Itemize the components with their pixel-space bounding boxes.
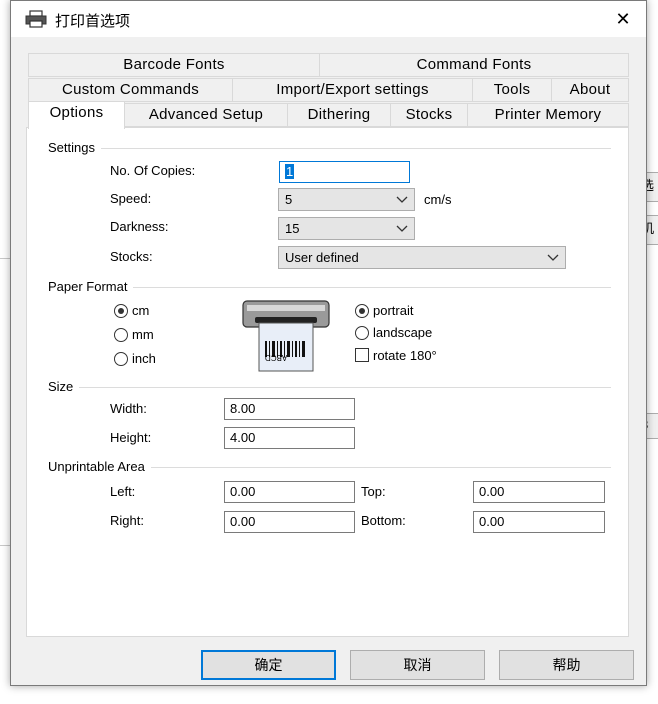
tab-label: Advanced Setup <box>148 106 264 123</box>
left-label: Left: <box>110 484 136 499</box>
tab-dithering[interactable]: Dithering <box>287 103 391 127</box>
orientation-landscape-radio[interactable] <box>355 326 369 340</box>
tab-tools[interactable]: Tools <box>472 78 552 102</box>
chevron-down-icon <box>547 254 559 261</box>
settings-group-line <box>49 148 611 149</box>
tab-label: Barcode Fonts <box>123 56 225 73</box>
unprintable-group-label: Unprintable Area <box>48 459 151 474</box>
top-label: Top: <box>361 484 386 499</box>
settings-group-label: Settings <box>48 140 101 155</box>
label-sample-text: ABCD <box>265 353 288 362</box>
tab-label: Command Fonts <box>416 56 532 73</box>
bottom-label: Bottom: <box>361 513 406 528</box>
tab-label: Custom Commands <box>61 81 200 98</box>
tab-barcode-fonts[interactable]: Barcode Fonts <box>28 53 320 77</box>
height-field[interactable]: 4.00 <box>224 427 355 449</box>
unit-cm-label[interactable]: cm <box>132 303 149 318</box>
height-value: 4.00 <box>230 430 256 445</box>
tab-label: About <box>569 81 611 98</box>
rotate-180-label[interactable]: rotate 180° <box>373 348 437 363</box>
title-bar: 打印首选项 ✕ <box>11 1 646 37</box>
orientation-portrait-label[interactable]: portrait <box>373 303 413 318</box>
paper-format-group-label: Paper Format <box>48 279 134 294</box>
darkness-select[interactable]: 15 <box>278 217 415 240</box>
right-field[interactable]: 0.00 <box>224 511 355 533</box>
printing-preferences-dialog: 打印首选项 ✕ Barcode Fonts Command Fonts Cust… <box>10 0 647 686</box>
right-value: 0.00 <box>230 514 256 529</box>
right-label: Right: <box>110 513 144 528</box>
copies-field[interactable]: 1 <box>279 161 410 183</box>
printer-icon <box>25 10 47 28</box>
tab-command-fonts[interactable]: Command Fonts <box>319 53 629 77</box>
top-field[interactable]: 0.00 <box>473 481 605 503</box>
tab-label: Dithering <box>307 106 371 123</box>
width-field[interactable]: 8.00 <box>224 398 355 420</box>
close-icon: ✕ <box>615 9 631 29</box>
width-value: 8.00 <box>230 401 256 416</box>
chevron-down-icon <box>396 225 408 232</box>
darkness-value: 15 <box>285 221 300 236</box>
bottom-value: 0.00 <box>479 514 505 529</box>
tab-label: Tools <box>493 81 531 98</box>
tab-printer-memory[interactable]: Printer Memory <box>467 103 629 127</box>
speed-select[interactable]: 5 <box>278 188 415 211</box>
speed-value: 5 <box>285 192 293 207</box>
unit-cm-radio[interactable] <box>114 304 128 318</box>
close-button[interactable]: ✕ <box>600 1 646 37</box>
tab-about[interactable]: About <box>551 78 629 102</box>
unit-mm-label[interactable]: mm <box>132 327 154 342</box>
tab-import-export-settings[interactable]: Import/Export settings <box>232 78 473 102</box>
ok-button[interactable]: 确定 <box>201 650 336 680</box>
rotate-180-checkbox[interactable] <box>355 348 369 362</box>
stocks-value: User defined <box>285 250 359 265</box>
cancel-button[interactable]: 取消 <box>350 650 485 680</box>
left-value: 0.00 <box>230 484 256 499</box>
left-field[interactable]: 0.00 <box>224 481 355 503</box>
tab-options[interactable]: Options <box>28 101 125 129</box>
tab-advanced-setup[interactable]: Advanced Setup <box>124 103 288 127</box>
tab-custom-commands[interactable]: Custom Commands <box>28 78 233 102</box>
copies-label: No. Of Copies: <box>110 163 196 178</box>
dialog-title: 打印首选项 <box>55 13 131 30</box>
speed-label: Speed: <box>110 191 152 206</box>
tab-label: Stocks <box>405 106 453 123</box>
help-button[interactable]: 帮助 <box>499 650 634 680</box>
orientation-portrait-radio[interactable] <box>355 304 369 318</box>
size-group-label: Size <box>48 379 80 394</box>
background-divider <box>0 258 10 259</box>
stocks-select[interactable]: User defined <box>278 246 566 269</box>
top-value: 0.00 <box>479 484 505 499</box>
orientation-landscape-label[interactable]: landscape <box>373 325 432 340</box>
bottom-field[interactable]: 0.00 <box>473 511 605 533</box>
chevron-down-icon <box>396 196 408 203</box>
unit-inch-label[interactable]: inch <box>132 351 156 366</box>
width-label: Width: <box>110 401 147 416</box>
speed-unit: cm/s <box>424 192 452 207</box>
darkness-label: Darkness: <box>110 219 169 234</box>
unit-mm-radio[interactable] <box>114 328 128 342</box>
tab-label: Options <box>49 104 104 121</box>
size-group-line <box>49 387 611 388</box>
unit-inch-radio[interactable] <box>114 352 128 366</box>
height-label: Height: <box>110 430 152 445</box>
background-divider <box>0 545 10 546</box>
stocks-label: Stocks: <box>110 249 153 264</box>
copies-value: 1 <box>285 164 295 179</box>
tab-label: Printer Memory <box>494 106 602 123</box>
tab-stocks[interactable]: Stocks <box>390 103 468 127</box>
tab-label: Import/Export settings <box>276 81 429 98</box>
